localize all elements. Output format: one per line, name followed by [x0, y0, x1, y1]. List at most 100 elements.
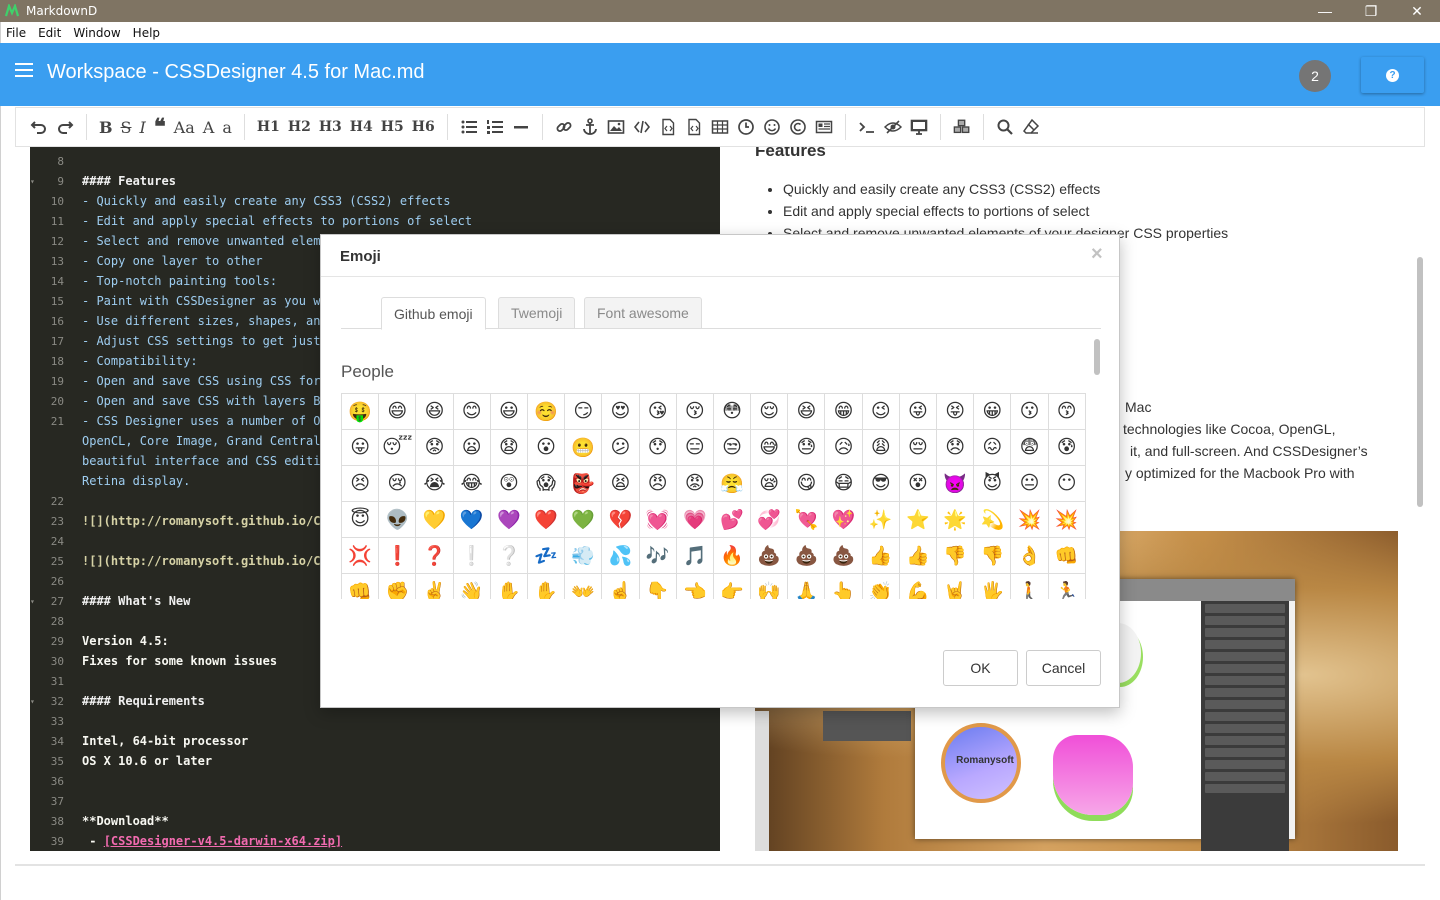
emoji-cell[interactable]: 👿 [937, 466, 975, 502]
emoji-cell[interactable]: 😂 [453, 466, 491, 502]
redo-button[interactable] [56, 115, 74, 139]
emoji-cell[interactable]: 💚 [565, 502, 603, 538]
emoji-cell[interactable]: 😊 [453, 394, 491, 430]
emoji-cell[interactable]: 😎 [862, 466, 900, 502]
emoji-cell[interactable]: 👈 [677, 574, 714, 599]
lowercase-button[interactable]: a [222, 115, 232, 139]
image-button[interactable] [607, 115, 625, 139]
ok-button[interactable]: OK [943, 650, 1018, 686]
emoji-cell[interactable]: 💘 [788, 502, 826, 538]
emoji-cell[interactable]: 👊 [1048, 538, 1086, 574]
uppercase-button[interactable]: A [203, 115, 215, 139]
emoji-cell[interactable]: 💞 [751, 502, 789, 538]
emoji-cell[interactable]: 🔥 [713, 538, 752, 574]
tab-github-emoji[interactable]: Github emoji [381, 297, 486, 330]
h4-button[interactable]: H4 [350, 115, 373, 139]
emoji-cell[interactable]: 💗 [676, 502, 714, 538]
emoji-cell[interactable]: 😐 [1011, 466, 1049, 502]
emoji-cell[interactable]: 👉 [714, 574, 752, 599]
emoji-cell[interactable]: ❔ [490, 538, 528, 574]
emoji-cell[interactable]: 💓 [639, 502, 677, 538]
dialog-close-icon[interactable]: × [1091, 243, 1103, 266]
emoji-cell[interactable]: 💩 [788, 538, 826, 574]
clear-format-button[interactable] [1022, 115, 1040, 139]
plugins-button[interactable] [953, 115, 971, 139]
help-button[interactable]: ? [1361, 57, 1424, 93]
code-link[interactable]: [CSSDesigner-v4.5-darwin-x64.zip] [104, 834, 342, 848]
emoji-cell[interactable]: ✊ [379, 574, 417, 599]
emoji-cell[interactable]: 😢 [379, 466, 417, 502]
emoji-cell[interactable]: 👐 [565, 574, 603, 599]
emoji-cell[interactable]: 👎 [937, 538, 975, 574]
emoji-cell[interactable]: 😞 [937, 430, 975, 466]
emoji-cell[interactable]: 😪 [751, 466, 789, 502]
emoji-cell[interactable]: ❤️ [527, 502, 566, 538]
table-button[interactable] [711, 115, 729, 139]
emoji-cell[interactable]: 👇 [640, 574, 677, 599]
emoji-cell[interactable]: 💩 [751, 538, 789, 574]
emoji-cell[interactable]: 💛 [416, 502, 454, 538]
case-button[interactable]: Aa [174, 115, 195, 139]
emoji-cell[interactable]: 😤 [713, 466, 752, 502]
emoji-cell[interactable]: 😈 [974, 466, 1012, 502]
emoji-cell[interactable]: 😠 [639, 466, 677, 502]
tab-twemoji[interactable]: Twemoji [498, 297, 576, 329]
emoji-cell[interactable]: 😛 [342, 430, 380, 466]
bold-button[interactable]: B [99, 115, 113, 139]
emoji-cell[interactable]: 😮 [527, 430, 566, 466]
emoji-cell[interactable]: 😴 [379, 430, 417, 466]
emoji-cell[interactable]: 😭 [416, 466, 454, 502]
emoji-cell[interactable]: 😷 [825, 466, 863, 502]
emoji-cell[interactable]: 🙏 [788, 574, 826, 599]
hamburger-menu-icon[interactable] [15, 63, 33, 79]
emoji-cell[interactable]: 🙌 [751, 574, 789, 599]
emoji-cell[interactable]: 😋 [788, 466, 826, 502]
emoji-cell[interactable]: ☺️ [527, 394, 566, 430]
emoji-cell[interactable]: 🖐 [974, 574, 1012, 599]
emoji-cell[interactable]: 👋 [454, 574, 491, 599]
emoji-cell[interactable]: 😜 [899, 394, 937, 430]
code-file-button[interactable] [659, 115, 677, 139]
emoji-cell[interactable]: 🎵 [676, 538, 714, 574]
h5-button[interactable]: H5 [381, 115, 404, 139]
emoji-cell[interactable]: 💥 [1048, 502, 1086, 538]
emoji-cell[interactable]: 😙 [1048, 394, 1086, 430]
emoji-cell[interactable]: 💜 [490, 502, 528, 538]
emoji-cell[interactable]: 😇 [342, 502, 380, 538]
fold-toggle-icon[interactable]: ▾ [30, 177, 38, 186]
copyright-button[interactable] [789, 115, 807, 139]
preview-scrollbar[interactable] [1417, 257, 1423, 507]
code-button[interactable] [633, 115, 651, 139]
emoji-cell[interactable]: 🌟 [937, 502, 975, 538]
emoji-cell[interactable]: 😣 [342, 466, 380, 502]
emoji-cell[interactable]: 😔 [899, 430, 937, 466]
emoji-cell[interactable]: 😲 [490, 466, 528, 502]
emoji-cell[interactable]: ☝️ [602, 574, 640, 599]
count-badge[interactable]: 2 [1299, 60, 1331, 92]
h3-button[interactable]: H3 [319, 115, 342, 139]
emoji-cell[interactable]: 😰 [1048, 430, 1086, 466]
emoji-cell[interactable]: 💢 [342, 538, 380, 574]
emoji-cell[interactable]: 💨 [565, 538, 603, 574]
emoji-cell[interactable]: 👌 [1011, 538, 1049, 574]
emoji-cell[interactable]: 😱 [527, 466, 566, 502]
fold-toggle-icon[interactable]: ▾ [30, 597, 38, 606]
emoji-cell[interactable]: 💩 [825, 538, 863, 574]
emoji-cell[interactable]: 😆 [788, 394, 826, 430]
emoji-cell[interactable]: 😶 [1048, 466, 1086, 502]
menu-edit[interactable]: Edit [32, 26, 67, 40]
emoji-cell[interactable]: ❓ [416, 538, 454, 574]
emoji-cell[interactable]: 😧 [490, 430, 528, 466]
emoji-cell[interactable]: 😦 [453, 430, 491, 466]
menu-help[interactable]: Help [127, 26, 166, 40]
emoji-cell[interactable]: 👊 [342, 574, 380, 599]
emoji-cell[interactable]: 😵 [899, 466, 937, 502]
h1-button[interactable]: H1 [257, 115, 280, 139]
html-entity-button[interactable] [815, 115, 833, 139]
emoji-cell[interactable]: 💖 [825, 502, 863, 538]
emoji-cell[interactable]: 💤 [527, 538, 566, 574]
minimize-button[interactable]: — [1302, 0, 1348, 22]
emoji-cell[interactable]: 😅 [751, 430, 789, 466]
emoji-cell[interactable]: 😳 [713, 394, 752, 430]
emoji-cell[interactable]: 🎶 [639, 538, 677, 574]
